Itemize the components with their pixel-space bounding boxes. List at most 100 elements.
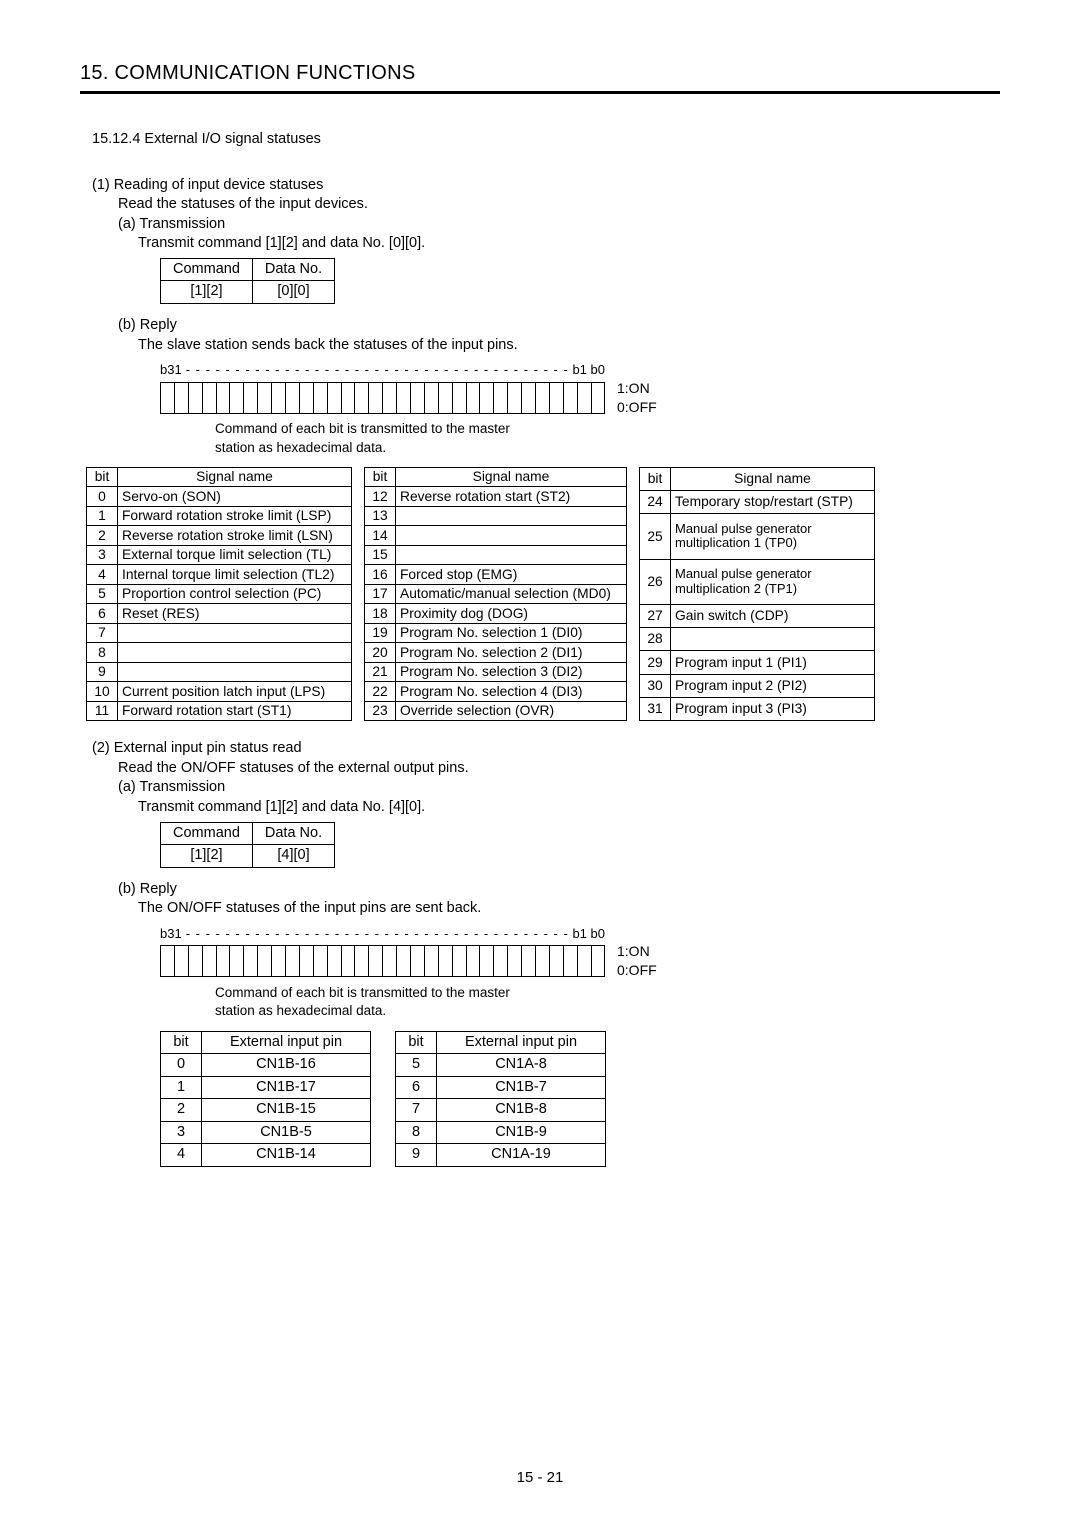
bit-b1b0-label: b1 b0	[572, 361, 605, 379]
signal-name: Internal torque limit selection (TL2)	[118, 565, 352, 585]
datano-header: Data No.	[252, 258, 334, 281]
bit-cell	[535, 946, 549, 976]
bit-cell	[243, 946, 257, 976]
signal-bit: 26	[640, 559, 671, 604]
s1-title: (1) Reading of input device statuses	[92, 176, 1000, 196]
pin-bit: 5	[396, 1054, 437, 1077]
section-heading: 15.12.4 External I/O signal statuses	[92, 130, 1000, 150]
bit-note-1: Command of each bit is transmitted to th…	[215, 420, 555, 456]
page-number: 15 - 21	[0, 1468, 1080, 1488]
signal-name: Current position latch input (LPS)	[118, 682, 352, 702]
pin-value: CN1B-5	[202, 1121, 371, 1144]
bit-cell	[466, 946, 480, 976]
pin-bit: 0	[161, 1054, 202, 1077]
signal-bit: 22	[365, 682, 396, 702]
sig-h-name: Signal name	[396, 467, 627, 487]
signal-bit: 31	[640, 697, 671, 720]
signal-name: Manual pulse generator multiplication 2 …	[671, 559, 875, 604]
signal-tables: bit Signal name 0Servo-on (SON)1Forward …	[86, 467, 1000, 722]
bit-cell	[299, 946, 313, 976]
bit-cell	[354, 946, 368, 976]
bit-cell	[382, 946, 396, 976]
sig-h-bit: bit	[640, 467, 671, 490]
bit-cell	[299, 383, 313, 413]
pin-h-name: External input pin	[437, 1031, 606, 1054]
signal-bit: 10	[87, 682, 118, 702]
bit-cell	[424, 946, 438, 976]
bit-cell	[591, 383, 605, 413]
bit-labels: b31 - - - - - - - - - - - - - - - - - - …	[160, 925, 605, 943]
signal-name: Reverse rotation start (ST2)	[396, 487, 627, 507]
signal-name	[118, 643, 352, 663]
signal-bit: 23	[365, 701, 396, 721]
s2b-title: (b) Reply	[118, 880, 1000, 900]
pin-h-bit: bit	[396, 1031, 437, 1054]
signal-name: Proximity dog (DOG)	[396, 604, 627, 624]
pin-value: CN1A-8	[437, 1054, 606, 1077]
bit-cell	[174, 946, 188, 976]
bit-cell	[521, 946, 535, 976]
signal-name: Program input 3 (PI3)	[671, 697, 875, 720]
bit-cell	[396, 946, 410, 976]
bit-cell	[396, 383, 410, 413]
sig-h-name: Signal name	[671, 467, 875, 490]
s2a-cmd-table: Command Data No. [1][2] [4][0]	[160, 822, 335, 868]
signal-name: External torque limit selection (TL)	[118, 545, 352, 565]
chapter-rule	[80, 91, 1000, 94]
bit-cell	[549, 946, 563, 976]
bit-cell	[563, 383, 577, 413]
bit-cell	[424, 383, 438, 413]
pin-table-1: bit External input pin 0CN1B-161CN1B-172…	[160, 1031, 371, 1167]
pin-bit: 1	[161, 1076, 202, 1099]
bit-cell	[216, 946, 230, 976]
bit-cell	[160, 946, 174, 976]
signal-name: Gain switch (CDP)	[671, 604, 875, 627]
datano-value: [4][0]	[252, 845, 334, 868]
bit-cell	[202, 383, 216, 413]
signal-name	[396, 506, 627, 526]
bit-cell	[285, 946, 299, 976]
bit-cell	[535, 383, 549, 413]
bit-cell	[521, 383, 535, 413]
pin-bit: 4	[161, 1144, 202, 1167]
signal-name: Proportion control selection (PC)	[118, 584, 352, 604]
signal-bit: 25	[640, 514, 671, 559]
bit-cell	[452, 946, 466, 976]
s2a-desc: Transmit command [1][2] and data No. [4]…	[138, 798, 1000, 818]
bit-cell	[466, 383, 480, 413]
signal-name: Servo-on (SON)	[118, 487, 352, 507]
bit-cell	[327, 383, 341, 413]
bit-cell	[341, 383, 355, 413]
signal-name: Temporary stop/restart (STP)	[671, 491, 875, 514]
sig-h-bit: bit	[365, 467, 396, 487]
cmd-header: Command	[161, 258, 253, 281]
signal-bit: 8	[87, 643, 118, 663]
pin-value: CN1B-17	[202, 1076, 371, 1099]
pin-value: CN1B-8	[437, 1099, 606, 1122]
bit-cell	[354, 383, 368, 413]
signal-bit: 29	[640, 651, 671, 674]
datano-value: [0][0]	[252, 281, 334, 304]
signal-name: Program No. selection 3 (DI2)	[396, 662, 627, 682]
bit-cell	[368, 946, 382, 976]
cmd-value: [1][2]	[161, 845, 253, 868]
s1b-desc: The slave station sends back the statuse…	[138, 336, 1000, 356]
pin-bit: 6	[396, 1076, 437, 1099]
s1a-title: (a) Transmission	[118, 215, 1000, 235]
signal-name: Reset (RES)	[118, 604, 352, 624]
s1a-desc: Transmit command [1][2] and data No. [0]…	[138, 234, 1000, 254]
signal-name	[396, 526, 627, 546]
chapter-title: 15. COMMUNICATION FUNCTIONS	[80, 60, 1000, 87]
bit-note-2: Command of each bit is transmitted to th…	[215, 984, 555, 1020]
bit-b1b0-label: b1 b0	[572, 925, 605, 943]
signal-name	[396, 545, 627, 565]
bit-cell	[285, 383, 299, 413]
pin-bit: 8	[396, 1121, 437, 1144]
signal-name: Program input 2 (PI2)	[671, 674, 875, 697]
bit-cell	[577, 383, 591, 413]
bit-cell	[438, 383, 452, 413]
cmd-header: Command	[161, 822, 253, 845]
bit-cell	[271, 946, 285, 976]
bit-cell	[216, 383, 230, 413]
s2-desc: Read the ON/OFF statuses of the external…	[118, 759, 1000, 779]
